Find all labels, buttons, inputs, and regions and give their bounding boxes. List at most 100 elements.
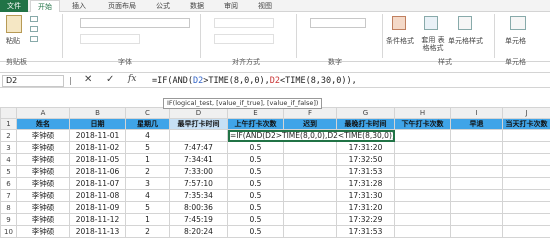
- table-format-button[interactable]: 套用 表格格式: [420, 36, 446, 52]
- cell[interactable]: 7:33:00: [169, 165, 228, 178]
- column-header-f[interactable]: F: [283, 107, 337, 119]
- cell[interactable]: 2018-11-13: [69, 225, 126, 238]
- cell[interactable]: 4: [125, 189, 170, 202]
- row-header[interactable]: 3: [0, 141, 17, 154]
- tab-file[interactable]: 文件: [0, 0, 28, 12]
- cell[interactable]: [450, 201, 503, 214]
- column-header-a[interactable]: A: [16, 107, 70, 119]
- cell[interactable]: 2018-11-08: [69, 189, 126, 202]
- column-header-g[interactable]: G: [336, 107, 395, 119]
- cell[interactable]: 7:45:19: [169, 213, 228, 226]
- cell[interactable]: 1: [125, 213, 170, 226]
- cell[interactable]: [450, 165, 503, 178]
- header-cell-date[interactable]: 日期: [69, 118, 126, 130]
- active-cell-d2[interactable]: =IF(AND(D2>TIME(8,0,0),D2<TIME(8,30,0)),: [227, 129, 395, 142]
- header-cell-earliest[interactable]: 最早打卡时间: [169, 118, 228, 130]
- cell[interactable]: 李钟硕: [16, 201, 70, 214]
- cell[interactable]: 3: [125, 177, 170, 190]
- cell[interactable]: 李钟硕: [16, 189, 70, 202]
- column-header-e[interactable]: E: [227, 107, 284, 119]
- cell[interactable]: [394, 225, 451, 238]
- cell[interactable]: 5: [125, 141, 170, 154]
- cell[interactable]: [394, 165, 451, 178]
- row-header[interactable]: 1: [0, 118, 17, 130]
- cell-style-button[interactable]: 单元格样式: [448, 36, 483, 46]
- cell[interactable]: [450, 129, 503, 142]
- tab-view[interactable]: 视图: [252, 0, 278, 12]
- cell[interactable]: 0.5: [227, 201, 284, 214]
- tab-formulas[interactable]: 公式: [150, 0, 176, 12]
- cell[interactable]: 2: [125, 225, 170, 238]
- cell[interactable]: 7:47:47: [169, 141, 228, 154]
- cell[interactable]: 7:34:41: [169, 153, 228, 166]
- cell[interactable]: [450, 213, 503, 226]
- cell[interactable]: 0.5: [227, 165, 284, 178]
- cell[interactable]: [283, 189, 337, 202]
- cell[interactable]: [283, 213, 337, 226]
- cell[interactable]: 1: [125, 153, 170, 166]
- row-header[interactable]: 7: [0, 189, 17, 202]
- cell[interactable]: 7:35:34: [169, 189, 228, 202]
- cut-icon[interactable]: [30, 16, 38, 22]
- cell[interactable]: 2018-11-09: [69, 201, 126, 214]
- cell[interactable]: 0.5: [227, 213, 284, 226]
- cell[interactable]: [394, 153, 451, 166]
- cell[interactable]: 2018-11-02: [69, 141, 126, 154]
- cell[interactable]: 2018-11-05: [69, 153, 126, 166]
- cell[interactable]: 李钟硕: [16, 153, 70, 166]
- cancel-icon[interactable]: ✕: [84, 74, 92, 85]
- cell[interactable]: [450, 141, 503, 154]
- cell[interactable]: [502, 201, 550, 214]
- header-cell-am-count[interactable]: 上午打卡次数: [227, 118, 284, 130]
- cell-style-icon[interactable]: [458, 16, 472, 30]
- header-cell-name[interactable]: 姓名: [16, 118, 70, 130]
- column-header-b[interactable]: B: [69, 107, 126, 119]
- tab-insert[interactable]: 插入: [66, 0, 92, 12]
- cell[interactable]: 李钟硕: [16, 177, 70, 190]
- cell[interactable]: 2018-11-01: [69, 129, 126, 142]
- cell[interactable]: 4: [125, 129, 170, 142]
- header-cell-day-count[interactable]: 当天打卡次数: [502, 118, 550, 130]
- cell[interactable]: 李钟硕: [16, 141, 70, 154]
- cell[interactable]: [283, 141, 337, 154]
- cell[interactable]: 17:31:28: [336, 177, 395, 190]
- tab-review[interactable]: 审阅: [218, 0, 244, 12]
- conditional-format-icon[interactable]: [392, 16, 406, 30]
- row-header[interactable]: 8: [0, 201, 17, 214]
- cell[interactable]: 17:31:20: [336, 141, 395, 154]
- cell[interactable]: 0.5: [227, 189, 284, 202]
- header-cell-latest[interactable]: 最晚打卡时间: [336, 118, 395, 130]
- format-painter-icon[interactable]: [30, 36, 38, 42]
- paste-icon[interactable]: [6, 15, 22, 33]
- cell[interactable]: 李钟硕: [16, 165, 70, 178]
- cell[interactable]: 5: [125, 201, 170, 214]
- header-cell-pm-count[interactable]: 下午打卡次数: [394, 118, 451, 130]
- cell[interactable]: 17:31:30: [336, 189, 395, 202]
- cell[interactable]: 李钟硕: [16, 225, 70, 238]
- cell[interactable]: 8:20:24: [169, 225, 228, 238]
- column-header-i[interactable]: I: [450, 107, 503, 119]
- cell[interactable]: [283, 177, 337, 190]
- cell[interactable]: 17:31:53: [336, 225, 395, 238]
- paste-button[interactable]: 粘贴: [6, 36, 20, 46]
- name-box[interactable]: D2: [2, 75, 64, 87]
- row-header[interactable]: 4: [0, 153, 17, 166]
- cell[interactable]: [502, 189, 550, 202]
- cell[interactable]: [502, 213, 550, 226]
- cell[interactable]: [394, 141, 451, 154]
- cells-button[interactable]: 单元格: [505, 36, 526, 46]
- cell[interactable]: 17:31:20: [336, 201, 395, 214]
- cell[interactable]: [283, 165, 337, 178]
- indent-buttons[interactable]: [214, 34, 274, 44]
- column-header-d[interactable]: D: [169, 107, 228, 119]
- cell[interactable]: [450, 189, 503, 202]
- cell[interactable]: [502, 141, 550, 154]
- cell[interactable]: 李钟硕: [16, 213, 70, 226]
- insert-function-button[interactable]: fx: [128, 74, 136, 84]
- header-cell-weekday[interactable]: 星期几: [125, 118, 170, 130]
- cell[interactable]: [502, 165, 550, 178]
- cell[interactable]: [502, 153, 550, 166]
- cell[interactable]: [283, 153, 337, 166]
- cell[interactable]: [502, 225, 550, 238]
- row-header[interactable]: 5: [0, 165, 17, 178]
